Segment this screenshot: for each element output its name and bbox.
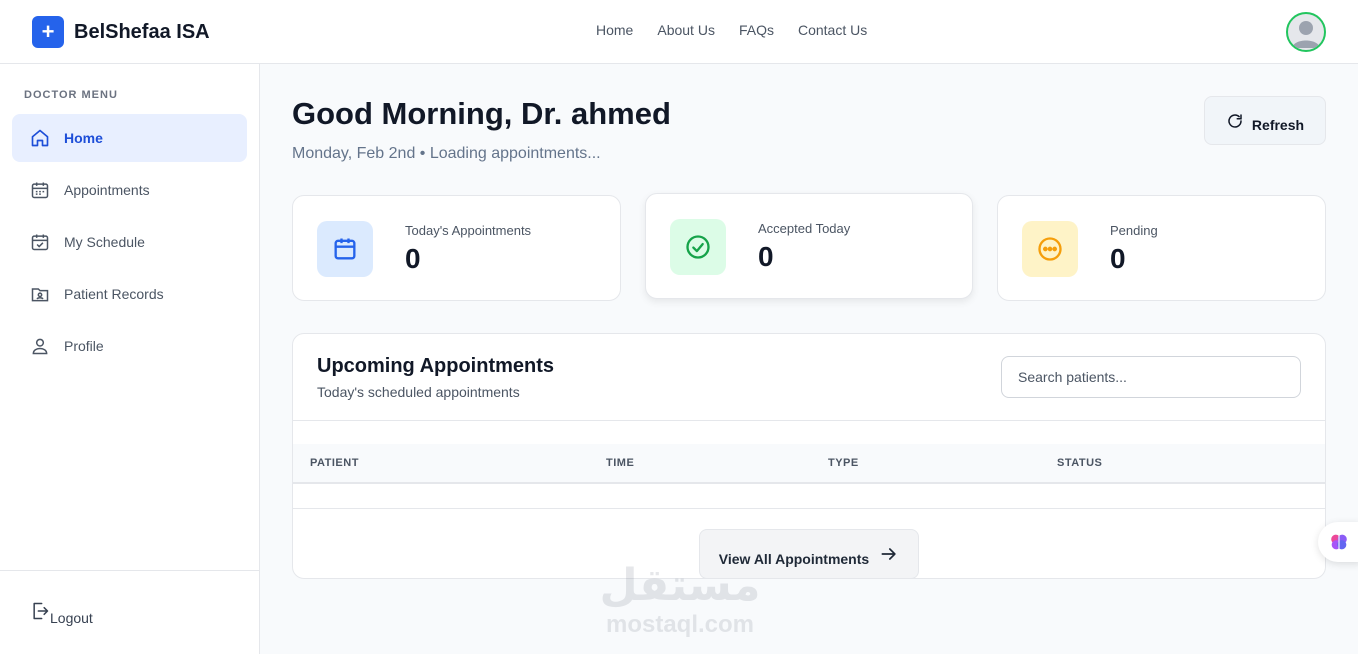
nav-link-contact-us[interactable]: Contact Us: [798, 22, 867, 38]
nav-link-about-us[interactable]: About Us: [657, 22, 715, 38]
column-header-patient[interactable]: PATIENT: [310, 457, 359, 469]
home-icon: [30, 128, 50, 148]
calendar-check-icon: [30, 232, 50, 252]
id-folder-icon: [30, 284, 50, 304]
page-subtitle: Monday, Feb 2nd • Loading appointments..…: [292, 145, 601, 162]
stat-value: 0: [1110, 243, 1126, 274]
stat-label: Today's Appointments: [405, 223, 532, 238]
panel-title: Upcoming Appointments: [317, 355, 555, 377]
top-nav: Home About Us FAQs Contact Us: [596, 22, 867, 38]
logout-icon: [30, 600, 50, 622]
page-title: Good Morning, Dr. ahmed: [292, 96, 671, 131]
brand[interactable]: + BelShefaa ISA: [32, 16, 210, 48]
refresh-button[interactable]: Refresh: [1204, 96, 1326, 145]
brain-icon: [1331, 534, 1347, 550]
sidebar-item-patient-records[interactable]: Patient Records: [12, 270, 247, 318]
column-header-type[interactable]: TYPE: [828, 457, 859, 469]
sidebar: DOCTOR MENU Home Appointments My Schedul…: [0, 64, 260, 654]
sidebar-item-appointments[interactable]: Appointments: [12, 166, 247, 214]
logout-label: Logout: [50, 610, 93, 626]
refresh-label: Refresh: [1251, 116, 1305, 133]
logout-button[interactable]: Logout: [30, 600, 93, 626]
search-input[interactable]: [1001, 356, 1301, 398]
calendar-icon: [30, 180, 50, 200]
table-footer-divider: [293, 508, 1325, 509]
stat-card-pending: Pending 0: [997, 195, 1326, 301]
watermark-latin: mostaql.com: [605, 611, 755, 638]
check-circle-icon: [670, 219, 726, 275]
sidebar-item-label: Profile: [64, 338, 104, 354]
sidebar-item-label: Appointments: [64, 182, 150, 198]
brand-logo: +: [32, 16, 64, 48]
user-icon: [30, 336, 50, 356]
stat-value: 0: [405, 243, 421, 274]
column-header-time[interactable]: TIME: [606, 457, 634, 469]
stat-value: 0: [758, 241, 774, 272]
table-header: PATIENT TIME TYPE STATUS: [293, 444, 1325, 484]
sidebar-item-my-schedule[interactable]: My Schedule: [12, 218, 247, 266]
sidebar-item-label: My Schedule: [64, 234, 145, 250]
stat-card-accepted-today: Accepted Today 0: [645, 193, 973, 299]
nav-link-faqs[interactable]: FAQs: [739, 22, 774, 38]
column-header-status[interactable]: STATUS: [1057, 457, 1102, 469]
top-bar: + BelShefaa ISA Home About Us FAQs Conta…: [0, 0, 1358, 64]
sidebar-item-label: Patient Records: [64, 286, 164, 302]
stat-label: Pending: [1110, 223, 1158, 238]
upcoming-appointments-panel: Upcoming Appointments Today's scheduled …: [292, 333, 1326, 579]
assistant-button[interactable]: [1318, 522, 1358, 562]
sidebar-divider: [0, 570, 259, 571]
calendar-icon: [317, 221, 373, 277]
stat-label: Accepted Today: [758, 221, 851, 236]
watermark: مستقل mostaql.com: [596, 560, 764, 638]
sidebar-heading: DOCTOR MENU: [24, 89, 118, 101]
sidebar-item-profile[interactable]: Profile: [12, 322, 247, 370]
nav-link-home[interactable]: Home: [596, 22, 633, 38]
arrow-right-icon: [881, 548, 896, 560]
user-avatar-icon: [1292, 21, 1320, 48]
more-circle-icon: [1022, 221, 1078, 277]
stat-card-todays-appointments: Today's Appointments 0: [292, 195, 621, 301]
watermark-arabic: مستقل: [599, 560, 761, 611]
sidebar-item-home[interactable]: Home: [12, 114, 247, 162]
panel-divider: [293, 420, 1325, 421]
sidebar-item-label: Home: [64, 130, 103, 146]
user-avatar[interactable]: [1286, 12, 1326, 52]
panel-subtitle: Today's scheduled appointments: [317, 384, 520, 400]
refresh-icon: [1228, 113, 1242, 128]
brand-name: BelShefaa ISA: [74, 20, 210, 43]
